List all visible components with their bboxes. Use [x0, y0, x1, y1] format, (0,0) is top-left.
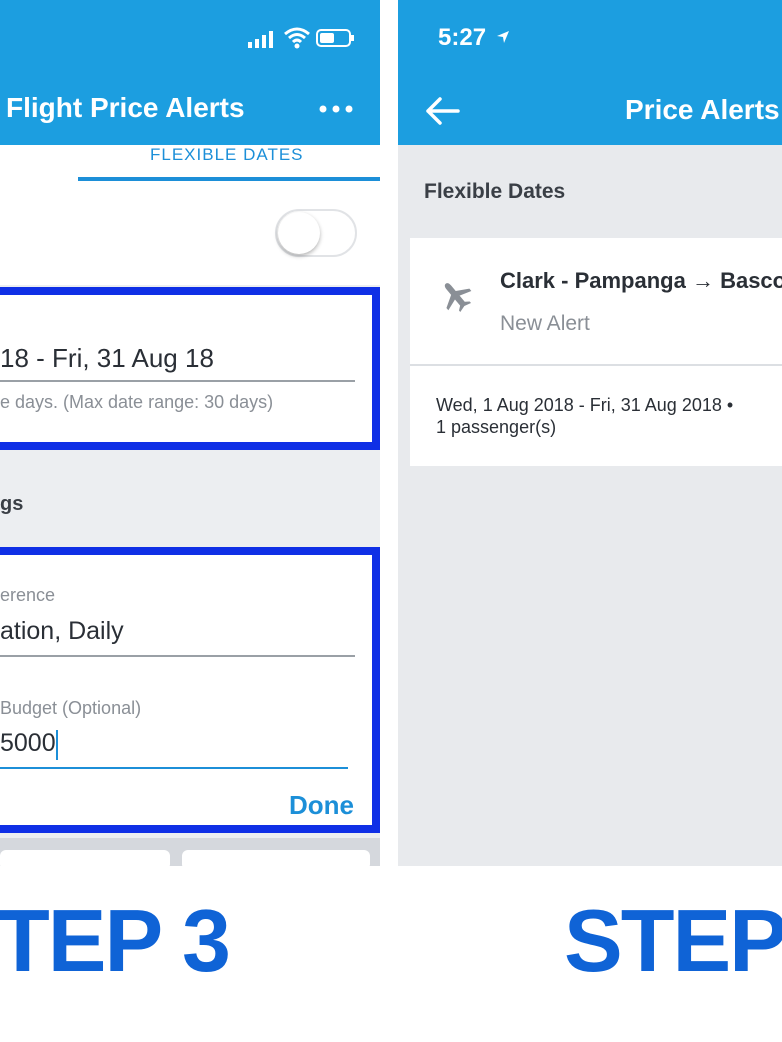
preference-label: erence [0, 585, 56, 605]
preference-field[interactable]: ation, Daily [0, 617, 124, 646]
budget-underline [0, 767, 348, 769]
section-label-settings: gs [0, 493, 24, 515]
step3-screen: Flight Price Alerts FLEXIBLE DATES 18 - … [0, 0, 380, 866]
toggle-knob [278, 212, 320, 254]
page-title: Flight Price Alerts [6, 92, 245, 123]
alert-dates: Wed, 1 Aug 2018 - Fri, 31 Aug 2018 • [436, 395, 734, 415]
step4-screen: 5:27 Price Alerts Flexible Dates Clark -… [398, 0, 782, 866]
budget-field[interactable]: 5000 [0, 729, 56, 758]
airplane-icon [444, 283, 472, 312]
location-arrow-icon [497, 31, 509, 43]
battery-icon [316, 29, 354, 47]
alert-card[interactable]: Clark - Pampanga → Basco New Alert Wed, … [410, 238, 782, 466]
section-label-flexible-dates: Flexible Dates [424, 180, 566, 203]
back-arrow-icon[interactable] [424, 96, 460, 126]
done-button[interactable]: Done [289, 790, 354, 821]
alert-status: New Alert [500, 312, 590, 335]
keyboard-key[interactable] [0, 850, 170, 866]
flexible-toggle[interactable] [275, 209, 357, 257]
page-title: Price Alerts [625, 94, 780, 125]
step4-label: STEP [564, 891, 782, 990]
budget-label: Budget (Optional) [0, 698, 142, 718]
status-bar: 5:27 [398, 0, 782, 78]
tab-underline [78, 177, 380, 181]
app-bar: Flight Price Alerts [0, 78, 380, 145]
date-field-underline [0, 380, 355, 382]
step3-label: TEP 3 [0, 891, 231, 990]
app-bar: Price Alerts [398, 78, 782, 145]
more-icon[interactable] [318, 104, 354, 114]
alert-passengers: 1 passenger(s) [436, 417, 557, 437]
clock: 5:27 [438, 24, 487, 51]
alert-route: Clark - Pampanga → Basco [500, 268, 782, 293]
tab-flexible-dates[interactable]: FLEXIBLE DATES [150, 145, 304, 165]
keyboard-key[interactable] [182, 850, 370, 866]
wifi-icon [284, 27, 310, 49]
text-cursor [56, 730, 58, 760]
signal-icon [248, 31, 273, 48]
card-divider [410, 364, 782, 366]
date-range-hint: e days. (Max date range: 30 days) [0, 392, 274, 412]
pref-underline [0, 655, 355, 657]
date-range-field[interactable]: 18 - Fri, 31 Aug 18 [0, 343, 214, 374]
status-bar [0, 0, 380, 78]
